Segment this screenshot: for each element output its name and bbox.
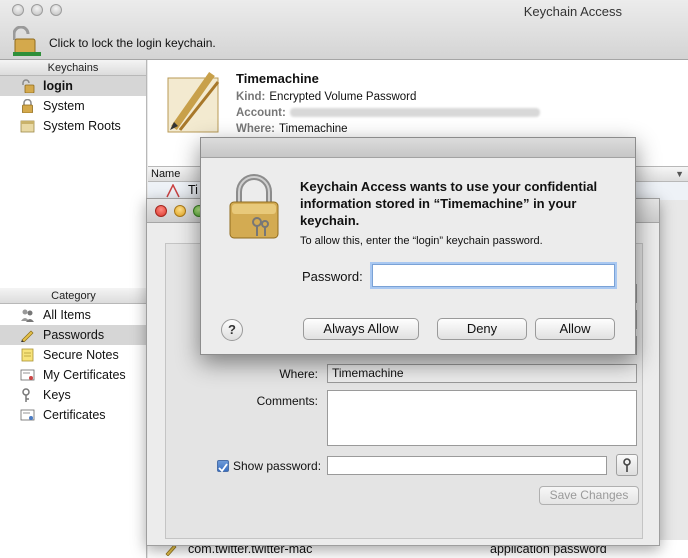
always-allow-button[interactable]: Always Allow — [303, 318, 419, 340]
kind-label: Kind: — [236, 91, 266, 103]
keychain-lock-icon — [229, 174, 279, 239]
close-window-button[interactable] — [155, 205, 167, 217]
item-where: Where: Timemachine — [236, 123, 348, 135]
minimize-window-button[interactable] — [174, 205, 186, 217]
sidebar-item-login[interactable]: login — [0, 76, 146, 96]
lock-hint-text: Click to lock the login keychain. — [49, 36, 216, 50]
sidebar-item-label: Certificates — [43, 408, 106, 422]
key-assistant-button[interactable] — [616, 454, 638, 476]
where-value: Timemachine — [278, 123, 348, 135]
category-header: Category — [0, 288, 147, 304]
where-label: Where: — [279, 367, 318, 381]
window-title: Keychain Access — [523, 4, 622, 19]
sidebar-item-keys[interactable]: Keys — [0, 385, 147, 405]
show-password-label: Show password: — [233, 459, 322, 473]
password-field[interactable] — [327, 456, 607, 475]
sidebar-item-label: System Roots — [43, 119, 121, 133]
sheet-message: Keychain Access wants to use your confid… — [300, 179, 598, 228]
window-titlebar: Keychain Access Click to lock the login … — [0, 0, 688, 60]
certificate-icon — [20, 369, 35, 381]
sidebar-item-system-roots[interactable]: System Roots — [0, 116, 146, 136]
sidebar-item-label: All Items — [43, 308, 91, 322]
show-password-checkbox[interactable] — [217, 460, 229, 473]
sidebar-item-label: My Certificates — [43, 368, 126, 382]
key-icon — [623, 458, 631, 472]
password-item-icon — [167, 71, 220, 133]
where-label: Where: — [236, 123, 275, 135]
lock-open-icon — [22, 79, 35, 93]
password-prompt-sheet: Keychain Access wants to use your confid… — [200, 137, 636, 355]
sort-arrow-icon: ▼ — [675, 169, 684, 179]
lock-open-icon — [12, 25, 41, 56]
password-label: Password: — [302, 269, 363, 284]
sidebar-item-secure-notes[interactable]: Secure Notes — [0, 345, 147, 365]
list-item-name: Ti — [188, 183, 198, 197]
help-button[interactable]: ? — [221, 319, 243, 341]
key-icon — [22, 388, 30, 402]
comments-field[interactable] — [327, 390, 637, 446]
item-title: Timemachine — [236, 71, 319, 86]
note-icon — [21, 348, 34, 362]
sidebar-item-label: Secure Notes — [43, 348, 119, 362]
sidebar-item-certificates[interactable]: Certificates — [0, 405, 147, 425]
people-icon — [21, 309, 34, 322]
lock-keychain-button[interactable] — [12, 25, 41, 56]
item-kind: Kind: Encrypted Volume Password — [236, 91, 416, 103]
kind-value: Encrypted Volume Password — [269, 91, 417, 103]
lock-icon — [22, 99, 33, 113]
sidebar-item-label: Keys — [43, 388, 71, 402]
sidebar-item-label: Passwords — [43, 328, 105, 342]
save-changes-button[interactable]: Save Changes — [539, 486, 639, 505]
sidebar-item-passwords[interactable]: Passwords — [0, 325, 147, 345]
certificate-icon — [20, 409, 35, 421]
column-name-label: Name — [151, 168, 181, 180]
pencil-icon — [166, 184, 180, 198]
sidebar-item-my-certificates[interactable]: My Certificates — [0, 365, 147, 385]
checkmark-icon — [218, 463, 228, 473]
password-input[interactable] — [372, 264, 615, 287]
category-list: All Items Passwords Secure Notes My Cert… — [0, 305, 147, 425]
allow-button[interactable]: Allow — [535, 318, 615, 340]
sidebar-item-label: System — [43, 99, 85, 113]
sheet-titlebar — [201, 138, 635, 158]
sidebar-item-all-items[interactable]: All Items — [0, 305, 147, 325]
account-value-redacted — [289, 108, 540, 118]
item-account: Account: — [236, 107, 540, 119]
account-label: Account: — [236, 107, 286, 119]
sheet-instructions: To allow this, enter the “login” keychai… — [300, 235, 543, 247]
folder-icon — [20, 120, 35, 133]
comments-label: Comments: — [256, 394, 318, 408]
keychains-header: Keychains — [0, 60, 146, 76]
pencil-icon — [21, 330, 34, 342]
sidebar: Keychains login System System Roots Cate… — [0, 60, 147, 558]
where-field[interactable]: Timemachine — [327, 364, 637, 383]
deny-button[interactable]: Deny — [437, 318, 527, 340]
sidebar-item-label: login — [43, 79, 73, 93]
sidebar-item-system[interactable]: System — [0, 96, 146, 116]
